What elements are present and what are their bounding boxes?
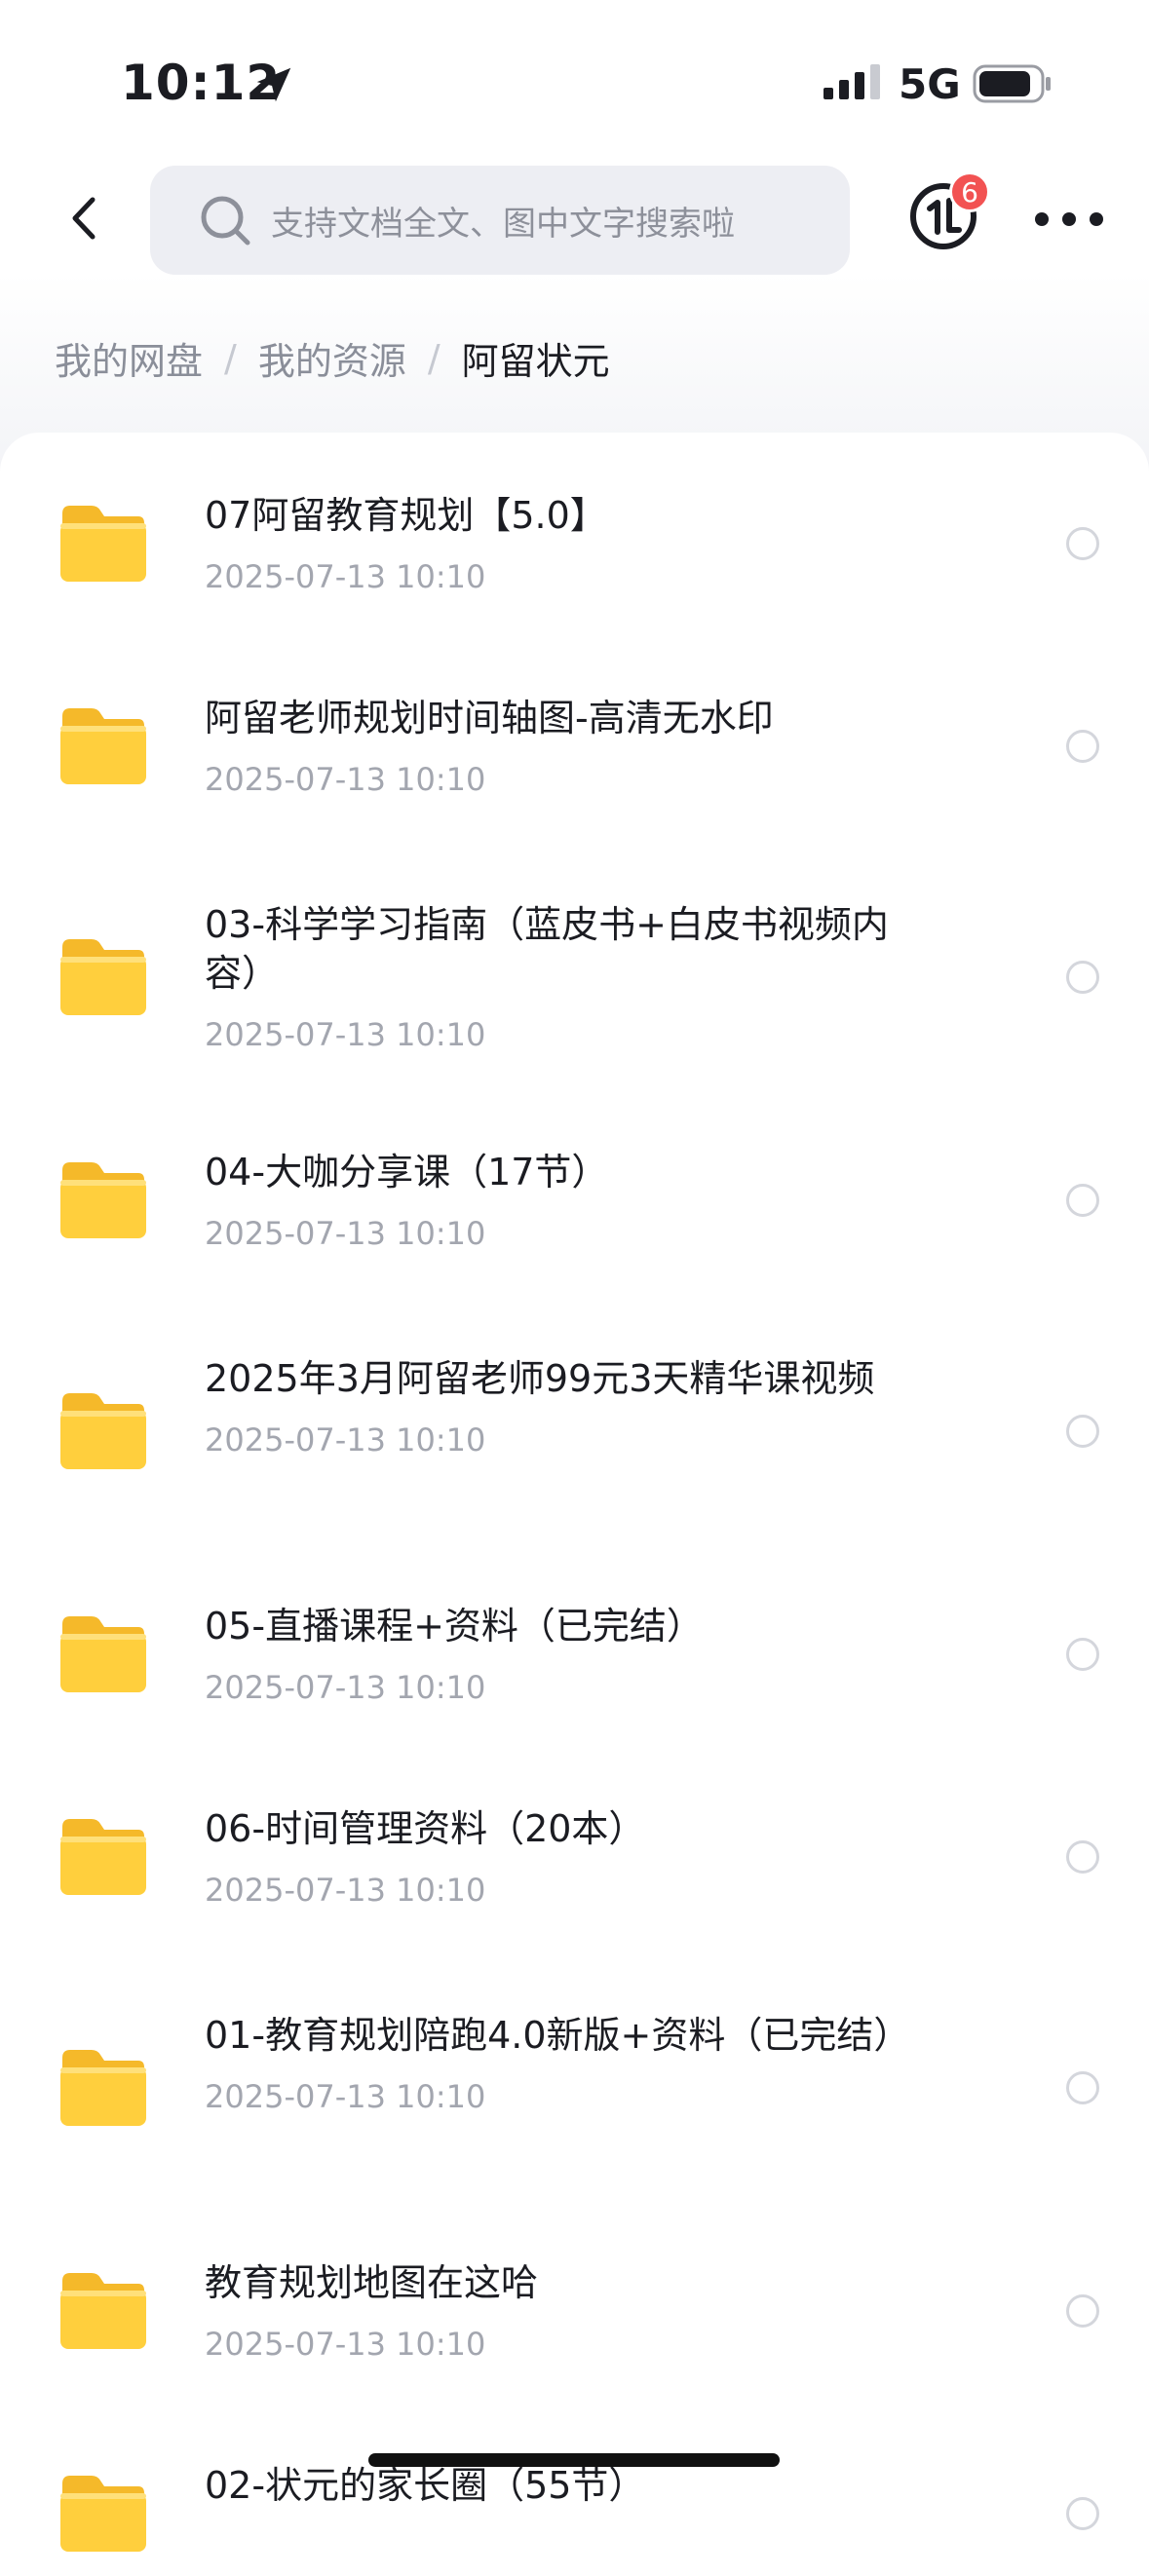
- select-checkbox[interactable]: [1066, 1184, 1099, 1217]
- cellular-signal-icon: [823, 64, 880, 99]
- list-item-date: 2025-07-13 10:10: [205, 2078, 486, 2115]
- list-item-text: 阿留老师规划时间轴图-高清无水印 2025-07-13 10:10: [205, 694, 906, 799]
- back-button[interactable]: [57, 191, 111, 246]
- file-list: 07阿留教育规划【5.0】 2025-07-13 10:10 阿留老师规划时间轴图-…: [0, 433, 1149, 2576]
- select-checkbox[interactable]: [1066, 2294, 1099, 2328]
- list-item-title: 07阿留教育规划【5.0】: [205, 494, 607, 537]
- folder-icon: [58, 2048, 148, 2128]
- select-checkbox[interactable]: [1066, 1638, 1099, 1671]
- list-item-text: 07阿留教育规划【5.0】 2025-07-13 10:10: [205, 491, 906, 596]
- list-item-text: 04-大咖分享课（17节） 2025-07-13 10:10: [205, 1148, 906, 1253]
- status-bar: 10:12 5G: [0, 0, 1149, 156]
- list-item-text: 01-教育规划陪跑4.0新版+资料（已完结） 2025-07-13 10:10: [205, 2011, 911, 2116]
- list-item-date: 2025-07-13 10:10: [205, 1215, 486, 1252]
- select-checkbox[interactable]: [1066, 2071, 1099, 2104]
- list-item-date: 2025-07-13 10:10: [205, 558, 486, 595]
- folder-icon: [58, 1391, 148, 1471]
- folder-icon: [58, 706, 148, 786]
- select-checkbox[interactable]: [1066, 527, 1099, 560]
- list-item-date: 2025-07-13 10:10: [205, 2326, 486, 2363]
- folder-icon: [58, 504, 148, 584]
- breadcrumb: 我的网盘 / 我的资源 / 阿留状元: [55, 331, 610, 385]
- dot-icon: [1090, 212, 1103, 226]
- list-item-title: 03-科学学习指南（蓝皮书+白皮书视频内容）: [205, 903, 889, 995]
- list-item-text: 2025年3月阿留老师99元3天精华课视频 2025-07-13 10:10: [205, 1354, 906, 1459]
- breadcrumb-separator: /: [427, 336, 440, 380]
- battery-icon: [973, 64, 1051, 103]
- folder-icon: [58, 2271, 148, 2351]
- folder-icon: [58, 2474, 148, 2554]
- select-checkbox[interactable]: [1066, 1415, 1099, 1448]
- breadcrumb-separator: /: [224, 336, 237, 380]
- list-item-date: 2025-07-13 10:10: [205, 1016, 486, 1053]
- breadcrumb-item-current: 阿留状元: [461, 340, 610, 383]
- list-item-title: 04-大咖分享课（17节）: [205, 1151, 609, 1193]
- list-item-title: 02-状元的家长圈（55节）: [205, 2464, 646, 2507]
- list-item-date: 2025-07-13 10:10: [205, 1669, 486, 1706]
- dot-icon: [1035, 212, 1049, 226]
- folder-icon: [58, 1160, 148, 1240]
- list-item-text: 02-状元的家长圈（55节）: [205, 2461, 906, 2527]
- list-item-title: 教育规划地图在这哈: [205, 2261, 539, 2304]
- search-icon: [201, 196, 250, 246]
- more-options-button[interactable]: [1035, 205, 1103, 234]
- dot-icon: [1062, 212, 1076, 226]
- list-item-title: 2025年3月阿留老师99元3天精华课视频: [205, 1357, 875, 1400]
- list-item-title: 阿留老师规划时间轴图-高清无水印: [205, 697, 774, 739]
- breadcrumb-item-my-drive[interactable]: 我的网盘: [55, 331, 203, 385]
- list-item-text: 06-时间管理资料（20本） 2025-07-13 10:10: [205, 1804, 906, 1910]
- location-arrow-icon: [256, 67, 291, 102]
- select-checkbox[interactable]: [1066, 730, 1099, 763]
- folder-icon: [58, 1614, 148, 1694]
- list-item-title: 06-时间管理资料（20本）: [205, 1807, 646, 1850]
- list-item-text: 教育规划地图在这哈 2025-07-13 10:10: [205, 2258, 906, 2364]
- search-placeholder: 支持文档全文、图中文字搜索啦: [271, 204, 735, 244]
- breadcrumb-item-my-resources[interactable]: 我的资源: [258, 331, 406, 385]
- notification-badge: 6: [949, 171, 990, 212]
- list-item-text: 03-科学学习指南（蓝皮书+白皮书视频内容） 2025-07-13 10:10: [205, 900, 906, 1054]
- select-checkbox[interactable]: [1066, 961, 1099, 994]
- folder-icon: [58, 1817, 148, 1897]
- list-item-date: 2025-07-13 10:10: [205, 761, 486, 798]
- list-item-date: 2025-07-13 10:10: [205, 1872, 486, 1909]
- search-input[interactable]: 支持文档全文、图中文字搜索啦: [150, 166, 850, 275]
- list-item-text: 05-直播课程+资料（已完结） 2025-07-13 10:10: [205, 1602, 906, 1707]
- folder-icon: [58, 937, 148, 1017]
- list-item-title: 01-教育规划陪跑4.0新版+资料（已完结）: [205, 2014, 911, 2057]
- home-indicator: [368, 2453, 780, 2467]
- list-item-title: 05-直播课程+资料（已完结）: [205, 1605, 704, 1648]
- network-type: 5G: [899, 60, 961, 108]
- chevron-left-icon: [72, 197, 96, 240]
- list-item-date: 2025-07-13 10:10: [205, 1421, 486, 1458]
- select-checkbox[interactable]: [1066, 2497, 1099, 2530]
- select-checkbox[interactable]: [1066, 1840, 1099, 1874]
